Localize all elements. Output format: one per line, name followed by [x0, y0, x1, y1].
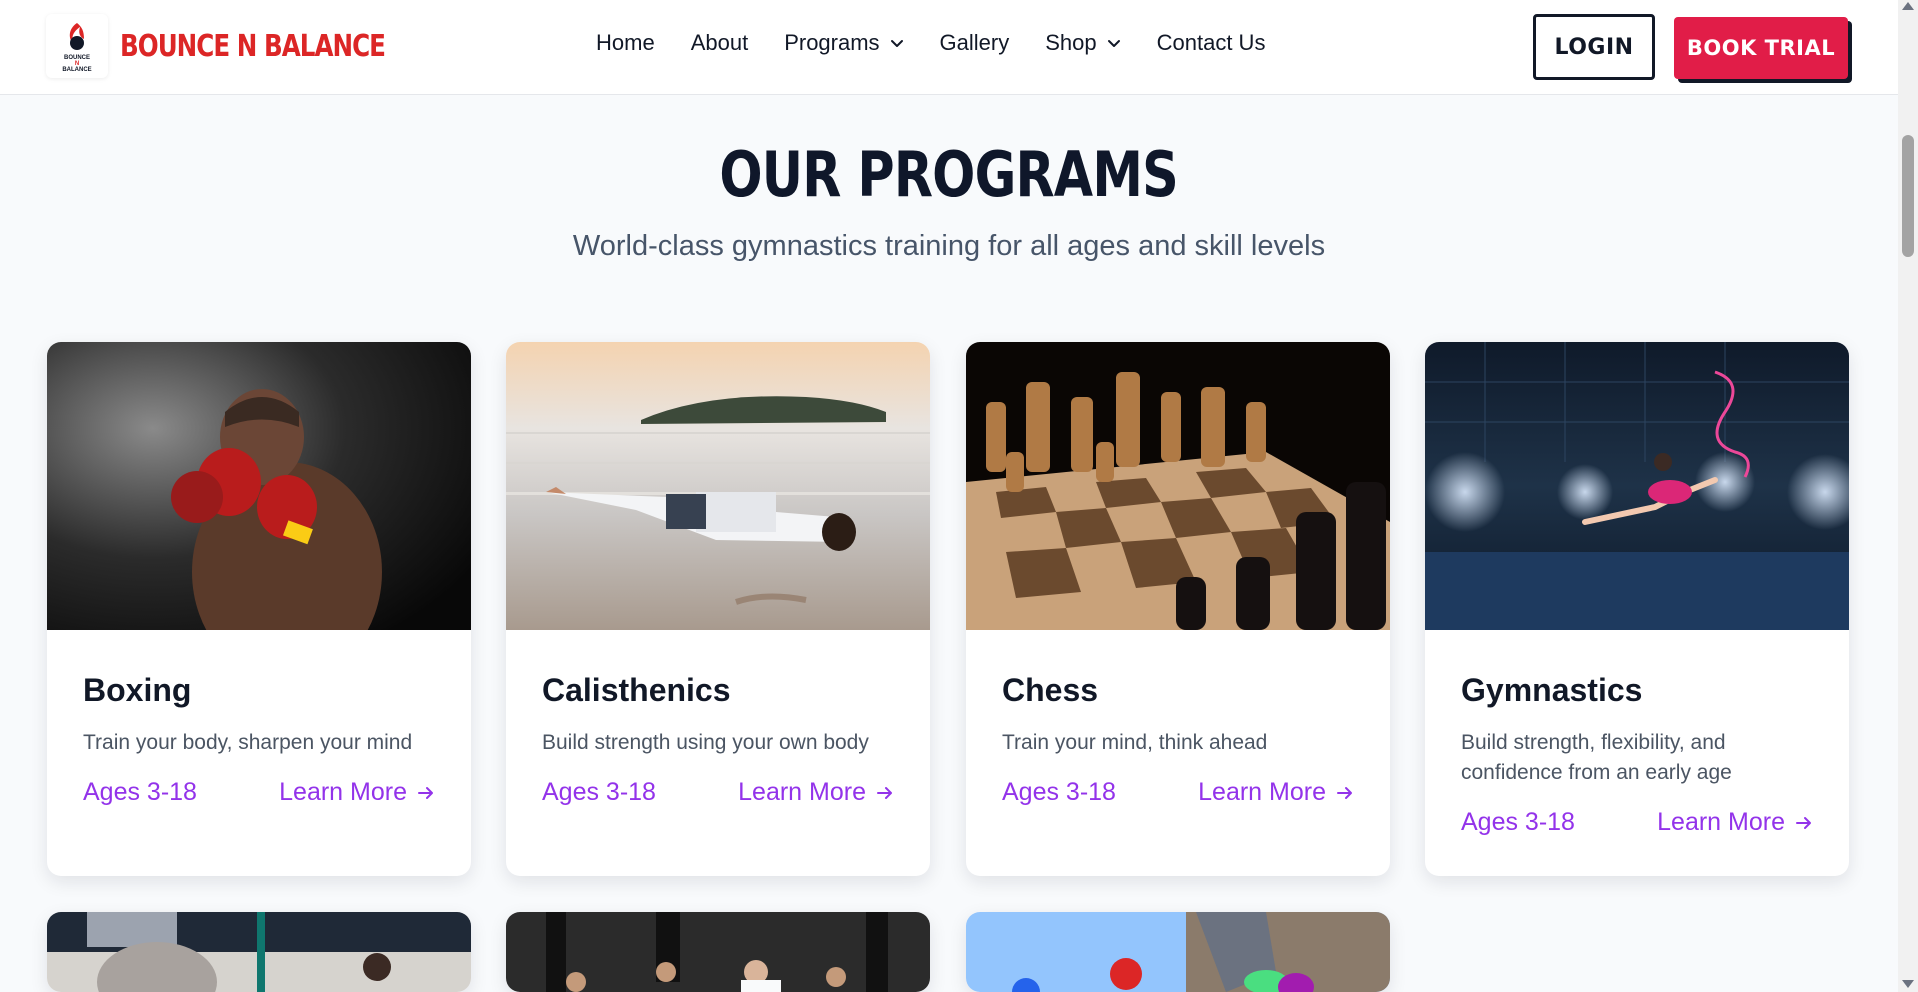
svg-text:BALANCE: BALANCE: [62, 67, 91, 73]
martial-arts-photo: [506, 912, 930, 992]
arrow-right-icon: [1337, 786, 1352, 799]
nav-contact[interactable]: Contact Us: [1157, 30, 1266, 56]
chessboard-photo: [966, 342, 1390, 630]
beach-pushup-photo: [506, 342, 930, 630]
nav-home-label: Home: [596, 30, 655, 55]
card-title: Gymnastics: [1461, 672, 1643, 708]
page-scrollbar[interactable]: [1898, 0, 1918, 992]
main-nav: Home About Programs Gallery Shop Contact…: [596, 30, 1301, 56]
learn-more-label: Learn More: [738, 778, 866, 806]
program-card-gymnastics[interactable]: Gymnastics Build strength, flexibility, …: [1425, 342, 1849, 876]
chevron-down-icon: [890, 40, 903, 47]
learn-more-label: Learn More: [1657, 808, 1785, 836]
card-description: Build strength using your own body: [542, 731, 869, 754]
program-card-calisthenics[interactable]: Calisthenics Build strength using your o…: [506, 342, 930, 876]
arrow-right-icon: [418, 786, 433, 799]
program-card-7[interactable]: [966, 912, 1390, 992]
rhythmic-gymnast-photo: [1425, 342, 1849, 630]
card-title: Calisthenics: [542, 672, 731, 708]
site-header: BOUNCE N BALANCE BOUNCE N BALANCE Home A…: [0, 0, 1898, 95]
arrow-right-icon: [1796, 816, 1811, 829]
chevron-down-icon: [1107, 40, 1120, 47]
learn-more-label: Learn More: [1198, 778, 1326, 806]
learn-more-link[interactable]: Learn More: [1198, 778, 1354, 807]
nav-gallery[interactable]: Gallery: [940, 30, 1010, 56]
nav-contact-label: Contact Us: [1156, 30, 1266, 55]
card-ages: Ages 3-18: [83, 778, 197, 806]
nav-gallery-label: Gallery: [939, 30, 1010, 55]
program-card-chess[interactable]: Chess Train your mind, think ahead Ages …: [966, 342, 1390, 876]
login-button[interactable]: LOGIN: [1533, 14, 1655, 80]
class-photo: [47, 912, 471, 992]
nav-shop-label: Shop: [1045, 30, 1097, 55]
scroll-thumb[interactable]: [1902, 135, 1914, 257]
learn-more-link[interactable]: Learn More: [279, 778, 435, 807]
logo-icon: BOUNCE N BALANCE: [62, 23, 92, 73]
scroll-down-arrow[interactable]: [1902, 980, 1914, 988]
nav-about-label: About: [690, 30, 749, 55]
nav-about[interactable]: About: [691, 30, 749, 56]
nav-shop[interactable]: Shop: [1045, 30, 1120, 56]
card-description: Train your mind, think ahead: [1002, 731, 1268, 754]
card-ages: Ages 3-18: [1461, 808, 1575, 836]
logo[interactable]: BOUNCE N BALANCE: [46, 14, 108, 78]
nav-programs-label: Programs: [784, 30, 880, 55]
nav-home[interactable]: Home: [596, 30, 655, 56]
card-title: Chess: [1002, 672, 1099, 708]
card-title: Boxing: [83, 672, 192, 708]
program-card-6[interactable]: [506, 912, 930, 992]
card-description: Build strength, flexibility, and confide…: [1461, 731, 1732, 784]
learn-more-link[interactable]: Learn More: [1657, 808, 1813, 837]
scroll-up-arrow[interactable]: [1902, 2, 1914, 10]
program-card-boxing[interactable]: Boxing Train your body, sharpen your min…: [47, 342, 471, 876]
arrow-right-icon: [877, 786, 892, 799]
boxer-photo: [47, 342, 471, 630]
book-trial-button[interactable]: BOOK TRIAL: [1674, 17, 1848, 79]
card-ages: Ages 3-18: [542, 778, 656, 806]
section-title: OUR PROGRAMS: [719, 138, 1179, 211]
brand[interactable]: BOUNCE N BALANCE BOUNCE N BALANCE: [46, 14, 443, 78]
program-card-5[interactable]: [47, 912, 471, 992]
learn-more-link[interactable]: Learn More: [738, 778, 894, 807]
kids-playing-photo: [966, 912, 1390, 992]
card-ages: Ages 3-18: [1002, 778, 1116, 806]
brand-name[interactable]: BOUNCE N BALANCE: [120, 29, 386, 64]
section-subtitle: World-class gymnastics training for all …: [572, 230, 1326, 262]
nav-programs[interactable]: Programs: [784, 30, 903, 56]
learn-more-label: Learn More: [279, 778, 407, 806]
card-description: Train your body, sharpen your mind: [83, 731, 413, 754]
